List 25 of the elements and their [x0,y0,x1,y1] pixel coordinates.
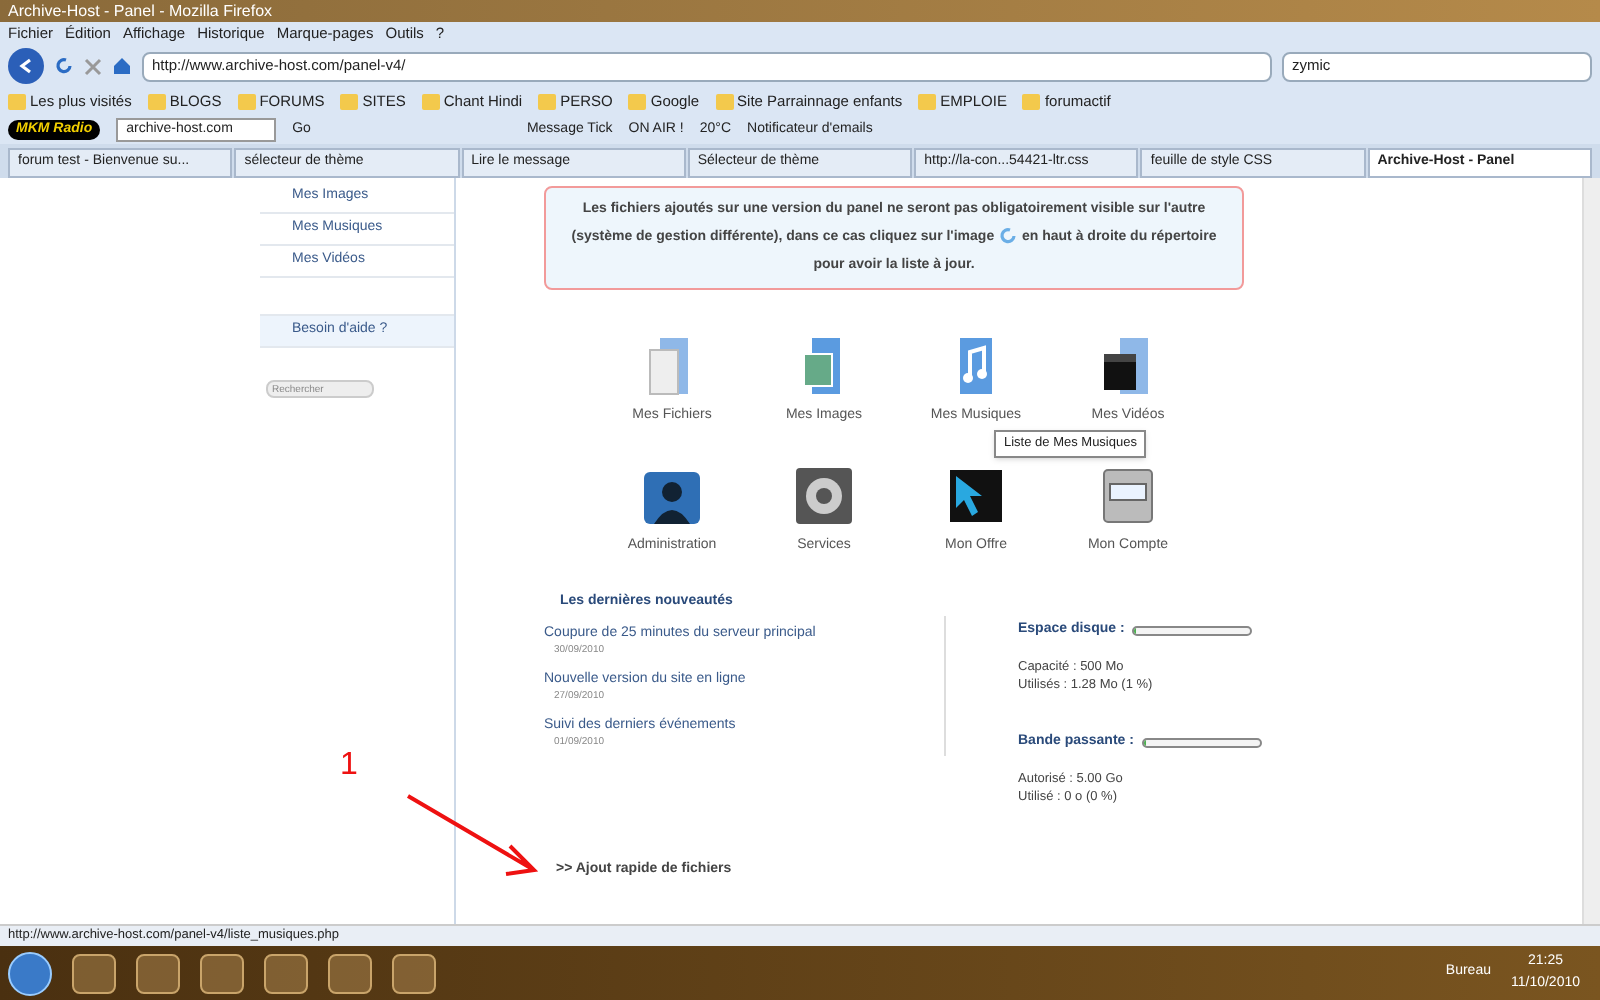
annotation-number: 1 [340,746,358,786]
taskbar-app-icon[interactable] [200,953,244,993]
folder-icon [237,94,256,110]
folder-icon [340,94,359,110]
folder-icon [628,94,647,110]
gear-icon [792,463,856,527]
window-title: Archive-Host - Panel - Mozilla Firefox [8,0,273,23]
refresh-icon [998,226,1019,247]
taskbar-app-icon[interactable] [264,953,308,993]
folder-icon [8,94,26,110]
folder-icon [1022,94,1041,110]
home-icon[interactable] [112,56,132,76]
folder-icon [421,94,440,110]
arrow-drawing [406,794,538,878]
taskbar-app-icon[interactable] [328,953,372,993]
folder-icon [918,94,937,110]
folder-icon [715,94,734,110]
taskbar-app-icon[interactable] [392,953,436,993]
taskbar-app-icon[interactable] [72,953,116,993]
folder-icon [147,94,166,110]
reload-icon[interactable] [54,56,74,76]
folder-icon [538,94,557,110]
start-button[interactable] [8,951,52,995]
back-button[interactable] [8,48,44,84]
taskbar-app-icon[interactable] [136,953,180,993]
